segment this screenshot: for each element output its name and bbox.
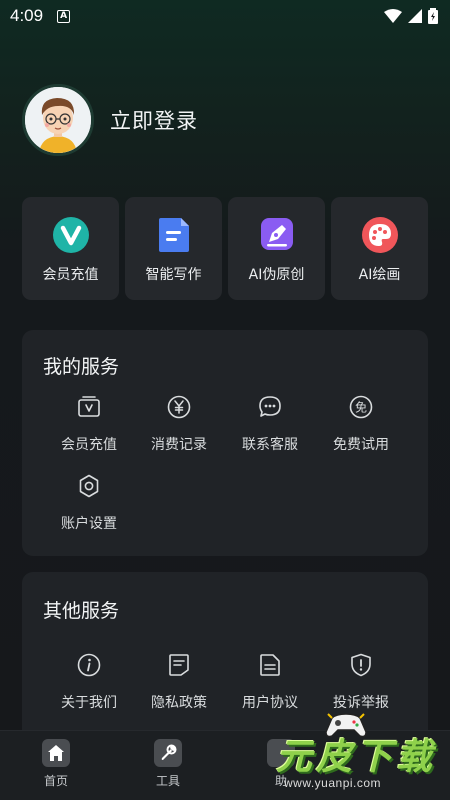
service-label: 投诉举报 (333, 695, 389, 711)
service-privacy-policy[interactable]: 隐私政策 (133, 652, 225, 712)
free-icon: 免 (348, 394, 374, 420)
quick-vip-recharge[interactable]: 会员充值 (22, 197, 119, 300)
other-services-title: 其他服务 (43, 600, 120, 622)
service-label: 账户设置 (61, 516, 117, 532)
quick-label: AI伪原创 (248, 267, 305, 283)
signal-icon (408, 9, 422, 23)
service-label: 用户协议 (242, 695, 298, 711)
nav-tools[interactable]: 工具 (138, 739, 198, 789)
service-user-agreement[interactable]: 用户协议 (224, 652, 316, 712)
status-bar: 4:09 A (0, 0, 450, 32)
status-time: 4:09 (10, 6, 44, 25)
quick-ai-painting[interactable]: AI绘画 (331, 197, 428, 300)
document-icon (155, 216, 193, 254)
status-icons (384, 8, 438, 24)
service-account-settings[interactable]: 账户设置 (43, 473, 135, 533)
service-label: 免费试用 (333, 437, 389, 453)
my-services-panel: 我的服务 会员充值 消费记录 联系客服 免 免费试用 账户设置 (22, 330, 428, 556)
service-label: 消费记录 (151, 437, 207, 453)
gear-icon (76, 473, 102, 499)
notification-a-icon: A (57, 9, 71, 23)
login-link[interactable]: 立即登录 (110, 105, 198, 135)
battery-icon (428, 8, 438, 24)
service-vip-recharge[interactable]: 会员充值 (43, 394, 135, 454)
avatar-illustration (25, 87, 91, 153)
service-consumption-record[interactable]: 消费记录 (133, 394, 225, 454)
service-label: 会员充值 (61, 437, 117, 453)
quick-ai-rewrite[interactable]: AI伪原创 (228, 197, 325, 300)
service-label: 关于我们 (61, 695, 117, 711)
privacy-doc-icon (166, 652, 192, 678)
vip-card-icon (76, 394, 102, 420)
yuan-icon (166, 394, 192, 420)
service-about-us[interactable]: 关于我们 (43, 652, 135, 712)
quick-actions: 会员充值 智能写作 AI伪原创 AI绘画 (22, 197, 428, 300)
palette-icon (361, 216, 399, 254)
watermark-text: 元皮下载 (276, 736, 437, 778)
nav-home[interactable]: 首页 (26, 739, 86, 789)
service-label: 隐私政策 (151, 695, 207, 711)
chat-icon (257, 394, 283, 420)
watermark-url: www.yuanpi.com (284, 776, 382, 790)
vip-v-icon (52, 216, 90, 254)
home-icon (42, 739, 70, 767)
wrench-icon (154, 739, 182, 767)
service-contact-support[interactable]: 联系客服 (224, 394, 316, 454)
info-icon (76, 652, 102, 678)
quick-label: 智能写作 (145, 267, 202, 283)
service-report[interactable]: 投诉举报 (315, 652, 407, 712)
nav-label: 首页 (43, 774, 68, 788)
agreement-icon (257, 652, 283, 678)
report-shield-icon (348, 652, 374, 678)
service-free-trial[interactable]: 免 免费试用 (315, 394, 407, 454)
svg-text:免: 免 (355, 400, 367, 415)
profile-header[interactable]: 立即登录 (22, 84, 198, 156)
wifi-icon (384, 9, 402, 23)
nav-label: 工具 (155, 774, 180, 788)
avatar[interactable] (22, 84, 94, 156)
watermark: 元皮下载 www.yuanpi.com (266, 712, 444, 792)
my-services-title: 我的服务 (43, 356, 120, 378)
quick-label: 会员充值 (42, 267, 99, 283)
pen-icon (258, 216, 296, 254)
quick-label: AI绘画 (358, 267, 401, 283)
quick-smart-writing[interactable]: 智能写作 (125, 197, 222, 300)
service-label: 联系客服 (242, 437, 298, 453)
